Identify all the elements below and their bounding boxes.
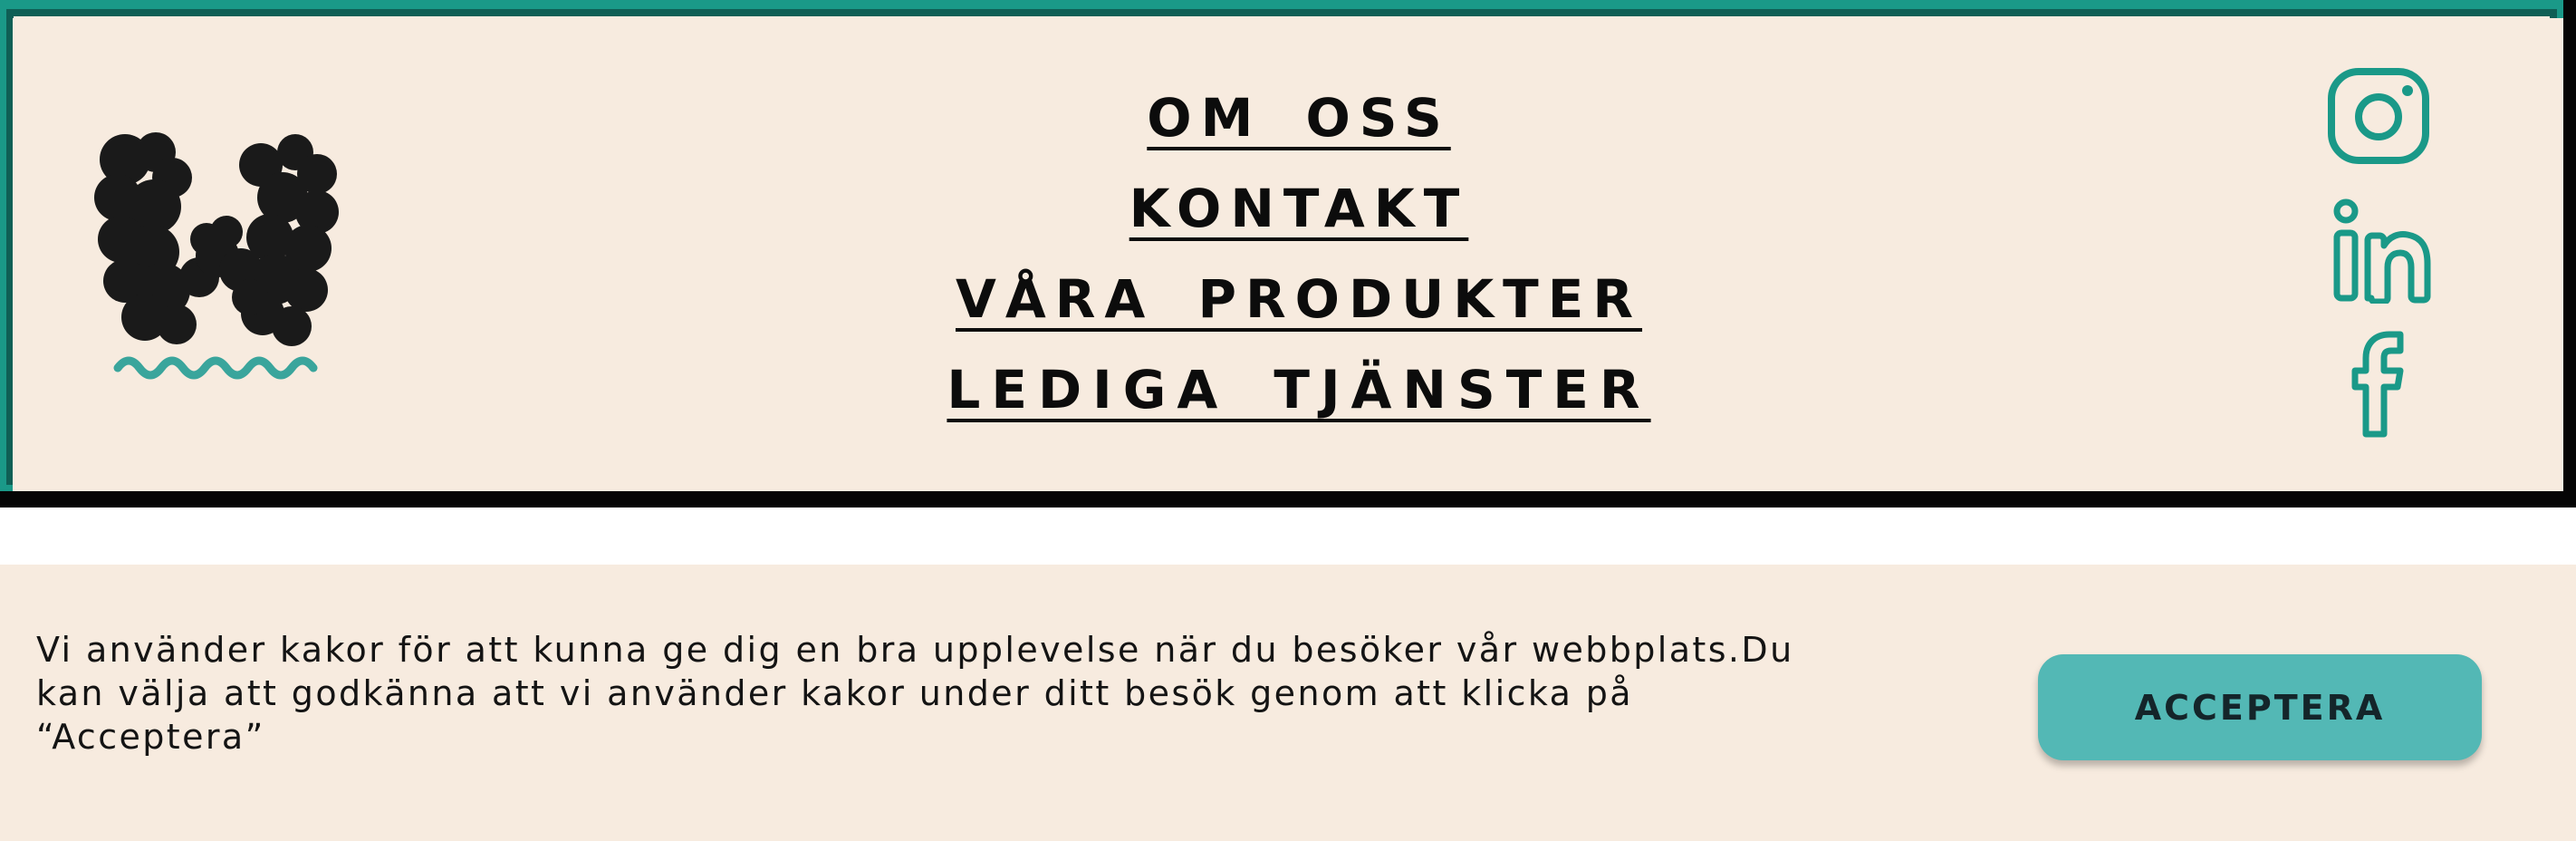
nav-link-kontakt[interactable]: KONTAKT — [937, 163, 1661, 254]
main-nav: OM OSS KONTAKT VÅRA PRODUKTER LEDIGA TJÄ… — [937, 72, 1661, 435]
nav-link-lediga-tjanster[interactable]: LEDIGA TJÄNSTER — [937, 344, 1661, 435]
cookie-message: Vi använder kakor för att kunna ge dig e… — [36, 630, 1794, 757]
w-logo-icon[interactable] — [91, 125, 353, 397]
accept-cookies-button[interactable]: ACCEPTERA — [2038, 654, 2482, 760]
site-header: OM OSS KONTAKT VÅRA PRODUKTER LEDIGA TJÄ… — [0, 0, 2563, 491]
header-panel: OM OSS KONTAKT VÅRA PRODUKTER LEDIGA TJÄ… — [13, 18, 2563, 491]
nav-link-om-oss[interactable]: OM OSS — [937, 72, 1661, 163]
nav-link-vara-produkter[interactable]: VÅRA PRODUKTER — [937, 254, 1661, 344]
facebook-icon[interactable] — [2321, 331, 2438, 440]
cookie-banner: Vi använder kakor för att kunna ge dig e… — [0, 565, 2576, 841]
social-links — [2321, 68, 2438, 449]
linkedin-icon[interactable] — [2321, 195, 2438, 304]
instagram-icon[interactable] — [2321, 68, 2438, 168]
